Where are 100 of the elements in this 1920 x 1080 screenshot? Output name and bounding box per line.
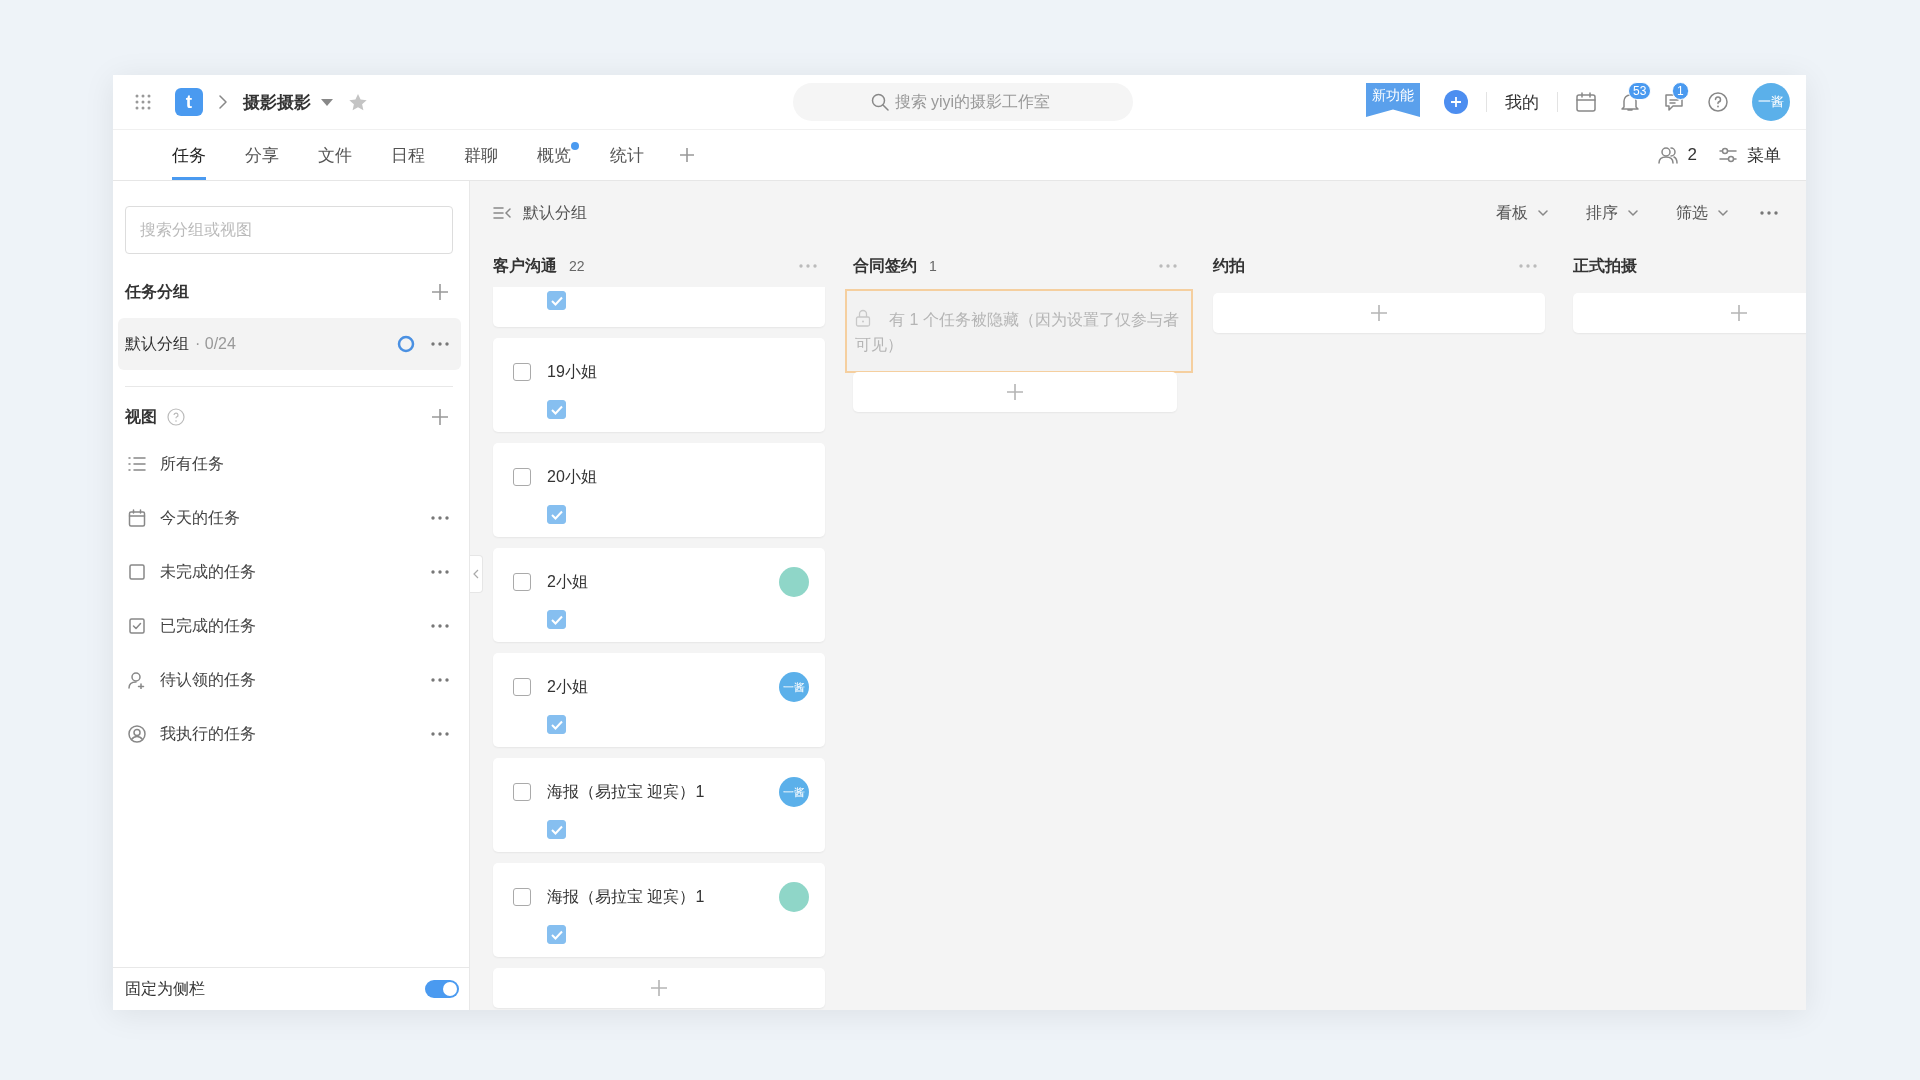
task-checkbox[interactable]: [513, 678, 531, 696]
column-count: 22: [569, 258, 585, 274]
plus-icon[interactable]: [1006, 383, 1024, 401]
column-title: 正式拍摄: [1573, 255, 1637, 276]
column-count: 1: [929, 258, 937, 274]
search-field[interactable]: 搜索 yiyi的摄影工作室: [792, 83, 1133, 121]
tab[interactable]: 日程: [391, 130, 425, 180]
hidden-tasks-notice: 有 1 个任务被隐藏（因为设置了仅参与者可见）: [845, 289, 1193, 373]
view-label: 待认领的任务: [160, 669, 256, 690]
tab[interactable]: 群聊: [464, 130, 498, 180]
add-view-icon[interactable]: [431, 408, 449, 426]
chevron-right-icon: [219, 95, 227, 109]
toggle-switch[interactable]: [425, 980, 459, 998]
task-checkbox[interactable]: [513, 363, 531, 381]
subtask-checkbox[interactable]: [547, 505, 566, 524]
checkmark-icon: [550, 509, 563, 520]
add-tab-icon[interactable]: [679, 147, 695, 163]
task-card[interactable]: 海报（易拉宝 迎宾）1: [493, 863, 825, 957]
more-icon[interactable]: [1760, 211, 1778, 215]
group-progress: · 0/24: [195, 335, 236, 353]
chevron-down-icon: [1538, 210, 1548, 216]
subtask-checkbox[interactable]: [547, 925, 566, 944]
subtask-checkbox[interactable]: [547, 715, 566, 734]
tab[interactable]: 分享: [245, 130, 279, 180]
member-count[interactable]: 2: [1687, 145, 1697, 165]
task-title: 海报（易拉宝 迎宾）1: [547, 781, 705, 802]
checkmark-icon: [550, 614, 563, 625]
more-icon[interactable]: [431, 516, 449, 520]
task-card[interactable]: [493, 287, 825, 327]
task-checkbox[interactable]: [513, 468, 531, 486]
view-item[interactable]: 待认领的任务: [113, 653, 469, 707]
more-icon[interactable]: [431, 624, 449, 628]
caret-down-icon[interactable]: [321, 98, 333, 106]
tab[interactable]: 文件: [318, 130, 352, 180]
view-item[interactable]: 未完成的任务: [113, 545, 469, 599]
subtask-checkbox[interactable]: [547, 610, 566, 629]
collapse-handle[interactable]: [470, 555, 483, 593]
menu-link[interactable]: 菜单: [1747, 143, 1781, 167]
calendar-icon: [128, 509, 146, 527]
task-card[interactable]: 2小姐 一酱: [493, 653, 825, 747]
view-item[interactable]: 所有任务: [113, 437, 469, 491]
subtask-checkbox[interactable]: [547, 400, 566, 419]
section-title: 任务分组: [125, 281, 189, 302]
help-icon[interactable]: [1708, 92, 1728, 112]
calendar-icon[interactable]: [1576, 92, 1596, 112]
board-title: 默认分组: [523, 202, 587, 223]
more-icon[interactable]: [431, 678, 449, 682]
subtask-checkbox[interactable]: [547, 291, 566, 310]
add-group-icon[interactable]: [431, 283, 449, 301]
task-card[interactable]: 海报（易拉宝 迎宾）1 一酱: [493, 758, 825, 852]
sliders-icon[interactable]: [1719, 147, 1737, 163]
add-button-icon[interactable]: [1444, 90, 1468, 114]
view-label: 未完成的任务: [160, 561, 256, 582]
search-field[interactable]: 搜索分组或视图: [125, 206, 453, 254]
tab[interactable]: 任务: [172, 130, 206, 180]
star-icon[interactable]: [349, 93, 367, 111]
tab[interactable]: 概览: [537, 130, 579, 180]
more-icon[interactable]: [431, 732, 449, 736]
subtask-checkbox[interactable]: [547, 820, 566, 839]
apps-grid-icon[interactable]: [135, 94, 151, 110]
assignee-avatar[interactable]: [779, 567, 809, 597]
task-title: 20小姐: [547, 466, 597, 487]
view-label: 已完成的任务: [160, 615, 256, 636]
assignee-avatar[interactable]: [779, 882, 809, 912]
help-icon[interactable]: [167, 408, 185, 426]
plus-icon[interactable]: [1370, 304, 1388, 322]
group-name: 默认分组: [125, 333, 189, 354]
dropdown-button[interactable]: 筛选: [1670, 201, 1734, 225]
tab[interactable]: 统计: [610, 130, 644, 180]
column-title: 约拍: [1213, 255, 1245, 276]
dropdown-button[interactable]: 看板: [1490, 201, 1554, 225]
person-circle-icon: [128, 725, 146, 743]
view-label: 所有任务: [160, 453, 224, 474]
task-checkbox[interactable]: [513, 783, 531, 801]
view-item[interactable]: 今天的任务: [113, 491, 469, 545]
plus-icon[interactable]: [650, 979, 668, 997]
collapse-sidebar-icon[interactable]: [493, 207, 511, 219]
members-icon[interactable]: [1657, 146, 1678, 164]
view-item[interactable]: 我执行的任务: [113, 707, 469, 761]
task-card[interactable]: 19小姐: [493, 338, 825, 432]
plus-icon[interactable]: [1730, 304, 1748, 322]
group-item[interactable]: 默认分组 · 0/24: [118, 318, 461, 370]
my-link[interactable]: 我的: [1505, 90, 1539, 114]
checkmark-icon: [550, 719, 563, 730]
task-card[interactable]: 20小姐: [493, 443, 825, 537]
task-checkbox[interactable]: [513, 573, 531, 591]
pin-label: 固定为侧栏: [125, 978, 205, 999]
view-item[interactable]: 已完成的任务: [113, 599, 469, 653]
dropdown-button[interactable]: 排序: [1580, 201, 1644, 225]
checkmark-icon: [550, 824, 563, 835]
checkmark-icon: [550, 404, 563, 415]
more-icon[interactable]: [431, 342, 449, 346]
chevron-down-icon: [1628, 210, 1638, 216]
checkmark-icon: [550, 295, 563, 306]
column-title: 合同签约: [853, 255, 917, 276]
more-icon[interactable]: [431, 570, 449, 574]
view-label: 我执行的任务: [160, 723, 256, 744]
project-name[interactable]: 摄影摄影: [243, 90, 311, 114]
task-card[interactable]: 2小姐: [493, 548, 825, 642]
task-checkbox[interactable]: [513, 888, 531, 906]
